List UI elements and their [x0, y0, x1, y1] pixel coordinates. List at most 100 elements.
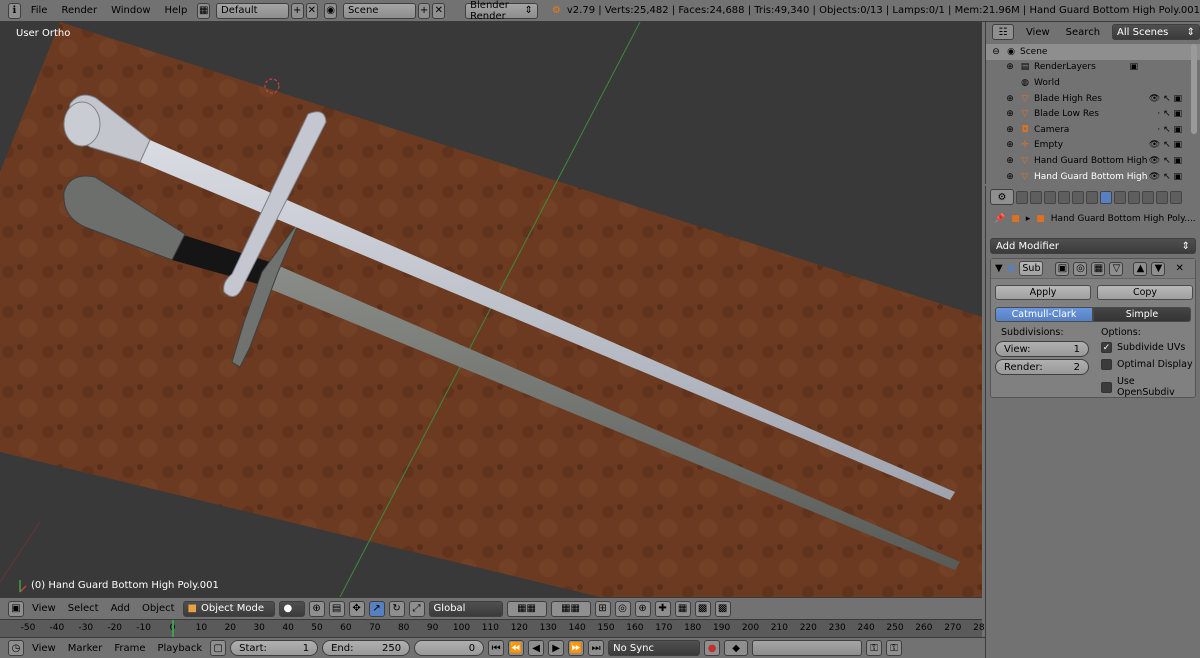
add-modifier-dropdown[interactable]: Add Modifier ⇕ — [990, 238, 1196, 254]
add-layout-icon[interactable]: + — [290, 2, 304, 19]
properties-editor-icon[interactable]: ⚙ — [990, 189, 1014, 205]
menu-object[interactable]: Object — [138, 603, 179, 614]
catmull-clark-option[interactable]: Catmull-Clark — [995, 307, 1093, 322]
simple-option[interactable]: Simple — [1093, 307, 1191, 322]
menu-playback[interactable]: Playback — [153, 643, 206, 654]
move-down-icon[interactable]: ▼ — [1151, 261, 1166, 276]
outliner-row-camera[interactable]: ⊕ ◘ Camera · ↖ ▣ — [986, 122, 1200, 138]
outliner-row-blade-high-res[interactable]: ⊕ ▽ Blade High Res 👁 ↖ ▣ — [986, 91, 1200, 107]
rotate-icon[interactable]: ↻ — [388, 600, 405, 617]
tab-world-icon[interactable] — [1058, 190, 1070, 204]
insert-key-icon[interactable]: ⚿ — [866, 640, 883, 656]
pin-icon[interactable]: 📌 — [994, 214, 1005, 224]
outliner-row-world[interactable]: ◍ World — [986, 75, 1200, 91]
delete-key-icon[interactable]: ⚿ — [886, 640, 903, 656]
render-anim-icon[interactable]: ▩ — [714, 600, 731, 617]
layers-grid-a[interactable]: ▦▦ — [506, 600, 547, 617]
outliner-row-empty[interactable]: ⊕ ✛ Empty 👁 ↖ ▣ — [986, 138, 1200, 154]
tab-data-icon[interactable] — [1114, 190, 1126, 204]
preview-range-icon[interactable]: ▢ — [210, 640, 227, 656]
info-editor-icon[interactable]: ℹ — [8, 2, 21, 19]
scene-dropdown[interactable]: Scene — [342, 2, 416, 19]
collapse-icon[interactable]: ▼ — [995, 263, 1003, 274]
menu-help[interactable]: Help — [161, 5, 192, 16]
menu-file[interactable]: File — [27, 5, 52, 16]
row-visibility-icons[interactable]: 👁 ↖ ▣ — [1149, 156, 1182, 166]
menu-frame[interactable]: Frame — [110, 643, 149, 654]
row-visibility-icons[interactable]: 👁 ↖ ▣ — [1149, 94, 1182, 104]
copy-button[interactable]: Copy — [1097, 285, 1193, 300]
view-levels-field[interactable]: View: 1 — [995, 341, 1089, 357]
scale-icon[interactable]: ⤢ — [408, 600, 425, 617]
menu-select[interactable]: Select — [64, 603, 103, 614]
render-visibility-icon[interactable]: ◎ — [1073, 261, 1088, 276]
pivot-icon[interactable]: ⊕ — [308, 600, 325, 617]
expand-icon[interactable]: ⊕ — [1004, 124, 1016, 136]
jump-end-icon[interactable]: ⏭ — [588, 640, 605, 656]
menu-marker[interactable]: Marker — [64, 643, 107, 654]
keying-set-field[interactable] — [752, 640, 863, 656]
menu-view[interactable]: View — [28, 603, 60, 614]
realtime-icon[interactable]: ▣ — [1055, 261, 1070, 276]
shading-dropdown[interactable]: ● — [278, 600, 305, 617]
end-frame-field[interactable]: End: 250 — [322, 640, 411, 656]
row-visibility-icons[interactable]: · ↖ ▣ — [1157, 109, 1182, 119]
proportional-icon[interactable]: ◎ — [614, 600, 631, 617]
use-opensubdiv-checkbox[interactable]: Use OpenSubdiv — [1101, 376, 1195, 398]
menu-add[interactable]: Add — [107, 603, 134, 614]
prev-key-icon[interactable]: ⏪ — [508, 640, 525, 656]
outliner-row-renderlayers[interactable]: ⊕ ▤ RenderLayers ▣ — [986, 60, 1200, 76]
layout-dropdown[interactable]: Default — [216, 2, 289, 19]
render-levels-field[interactable]: Render: 2 — [995, 359, 1089, 375]
outliner-row-hand-guard-1[interactable]: ⊕ ▽ Hand Guard Bottom High 👁 ↖ ▣ — [986, 153, 1200, 169]
editmode-icon[interactable]: ▦ — [1091, 261, 1106, 276]
mode-dropdown[interactable]: ■ Object Mode — [182, 600, 275, 617]
jump-start-icon[interactable]: ⏮ — [488, 640, 505, 656]
play-reverse-icon[interactable]: ◀ — [528, 640, 545, 656]
expand-icon[interactable]: ⊕ — [1004, 155, 1016, 167]
tab-physics-icon[interactable] — [1170, 190, 1182, 204]
expand-icon[interactable]: ⊕ — [1004, 93, 1016, 105]
expand-icon[interactable]: ⊕ — [1004, 108, 1016, 120]
menu-render[interactable]: Render — [57, 5, 101, 16]
translate-icon[interactable]: ↗ — [368, 600, 385, 617]
tab-modifiers-icon[interactable] — [1100, 190, 1112, 204]
current-frame-marker[interactable] — [171, 620, 174, 638]
outliner-filter-dropdown[interactable]: All Scenes ⇕ — [1112, 24, 1200, 40]
remove-modifier-icon[interactable]: ✕ — [1175, 263, 1183, 274]
row-visibility-icons[interactable]: 👁 ↖ ▣ — [1149, 140, 1182, 150]
expand-icon[interactable]: ⊕ — [1004, 139, 1016, 151]
row-visibility-icons[interactable]: 👁 ↖ ▣ — [1149, 172, 1182, 182]
3d-viewport[interactable]: User Ortho (0) Hand Guard Bottom High Po… — [0, 22, 982, 597]
tab-texture-icon[interactable] — [1142, 190, 1154, 204]
optimal-display-checkbox[interactable]: Optimal Display — [1101, 359, 1193, 370]
add-scene-icon[interactable]: + — [417, 2, 431, 19]
cage-icon[interactable]: ▽ — [1109, 261, 1124, 276]
modifier-name-field[interactable]: Sub — [1019, 261, 1044, 276]
layers-grid-b[interactable]: ▦▦ — [550, 600, 591, 617]
lock-layers-icon[interactable]: ⊞ — [594, 600, 611, 617]
current-frame-field[interactable]: 0 — [414, 640, 485, 656]
menu-window[interactable]: Window — [107, 5, 154, 16]
outliner-editor-icon[interactable]: ☷ — [992, 24, 1014, 40]
outliner-menu-search[interactable]: Search — [1062, 27, 1104, 38]
expand-icon[interactable]: ⊖ — [990, 46, 1002, 58]
start-frame-field[interactable]: Start: 1 — [230, 640, 319, 656]
outliner-menu-view[interactable]: View — [1022, 27, 1054, 38]
snap-target-icon[interactable]: ✚ — [654, 600, 671, 617]
remove-scene-icon[interactable]: ✕ — [432, 2, 446, 19]
tab-object-icon[interactable] — [1072, 190, 1084, 204]
orientation-dropdown[interactable]: Global — [428, 600, 503, 617]
render-engine-dropdown[interactable]: Blender Render ⇕ — [465, 0, 538, 22]
timeline-editor-icon[interactable]: ◷ — [8, 640, 24, 656]
limit-selection-icon[interactable]: ▤ — [328, 600, 345, 617]
tab-render-icon[interactable] — [1016, 190, 1028, 204]
snap-element-icon[interactable]: ▦ — [674, 600, 691, 617]
outliner-row-hand-guard-2[interactable]: ⊕ ▽ Hand Guard Bottom High 👁 ↖ ▣ — [986, 169, 1200, 185]
remove-layout-icon[interactable]: ✕ — [305, 2, 319, 19]
tab-constraints-icon[interactable] — [1086, 190, 1098, 204]
play-icon[interactable]: ▶ — [548, 640, 565, 656]
tab-scene-icon[interactable] — [1044, 190, 1056, 204]
row-visibility-icons[interactable]: · ↖ ▣ — [1157, 125, 1182, 135]
outliner-row-blade-low-res[interactable]: ⊕ ▽ Blade Low Res · ↖ ▣ — [986, 106, 1200, 122]
